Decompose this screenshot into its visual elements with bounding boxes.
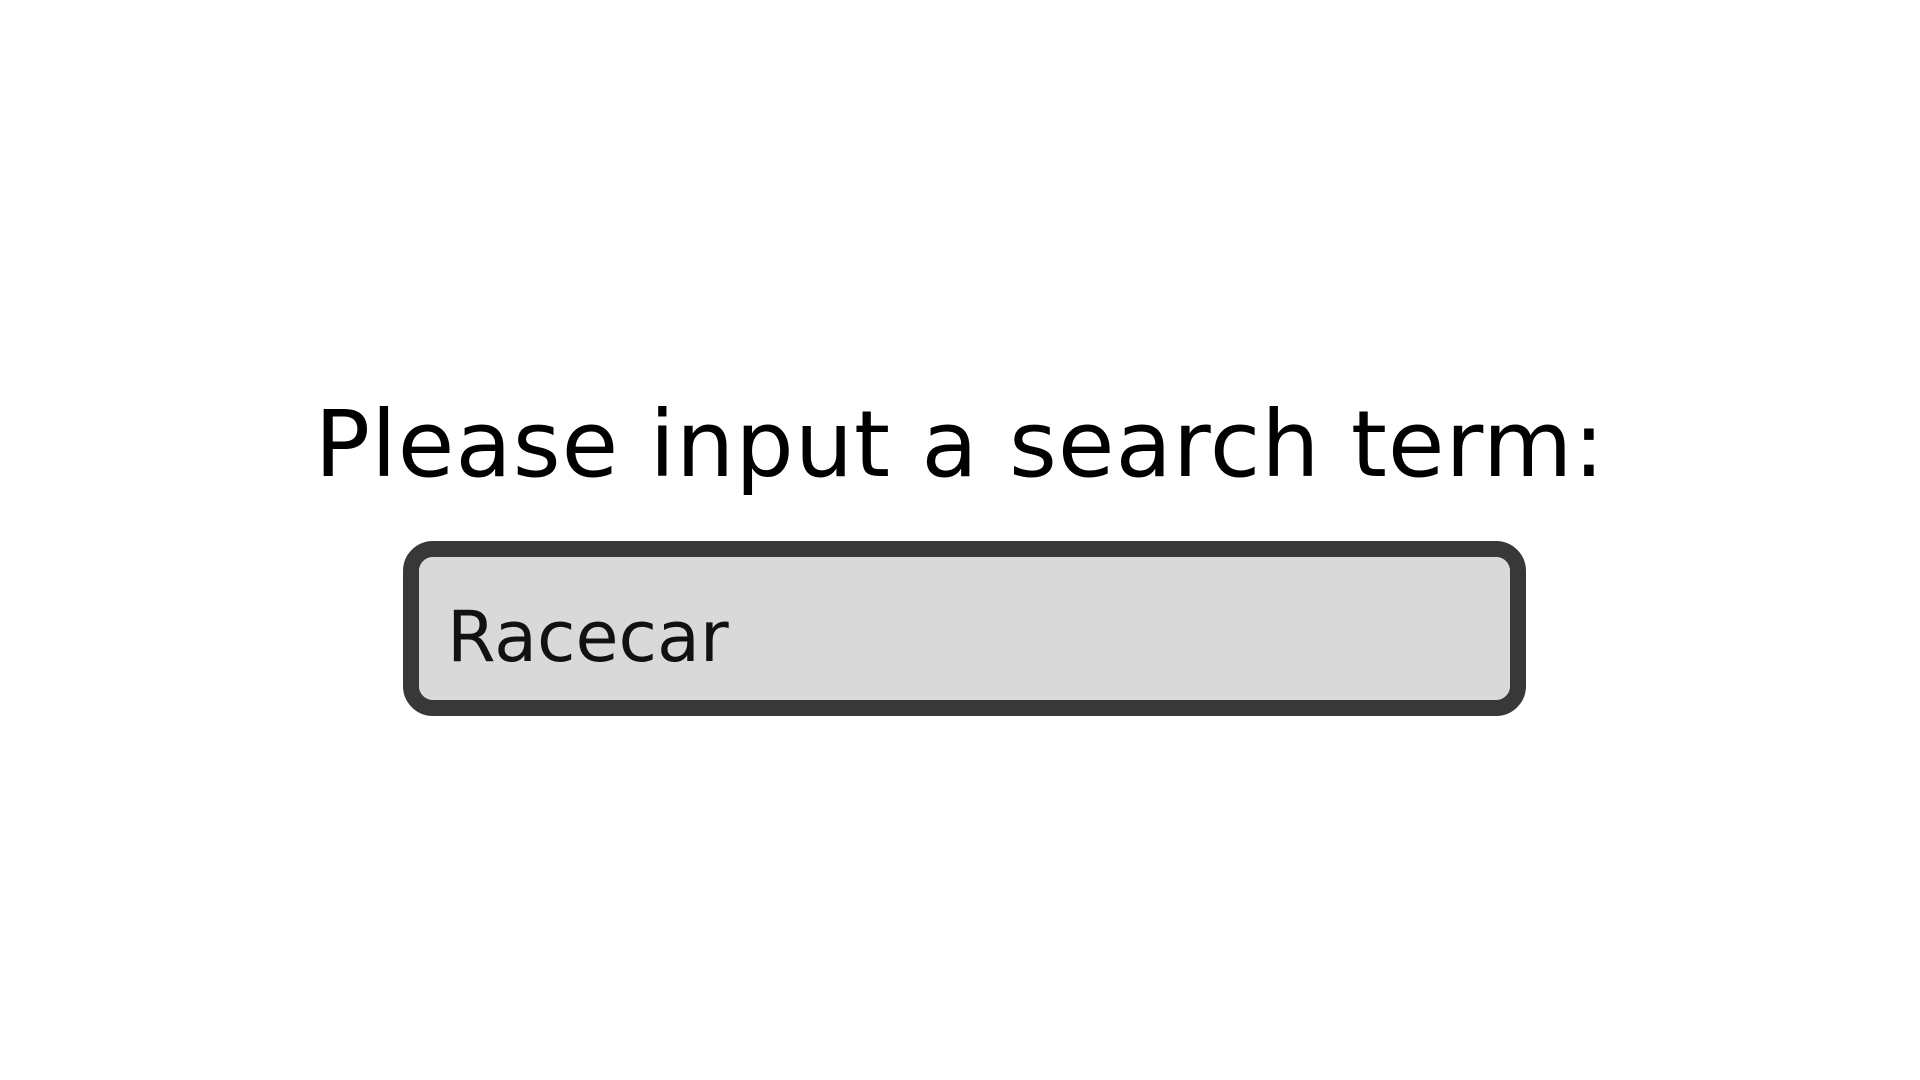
search-input-field[interactable]: Racecar xyxy=(419,557,1510,700)
search-page: Please input a search term: Racecar xyxy=(0,0,1920,1080)
search-prompt-label: Please input a search term: xyxy=(314,391,1606,498)
search-input[interactable]: Racecar xyxy=(403,541,1526,716)
search-input-value: Racecar xyxy=(447,596,729,678)
